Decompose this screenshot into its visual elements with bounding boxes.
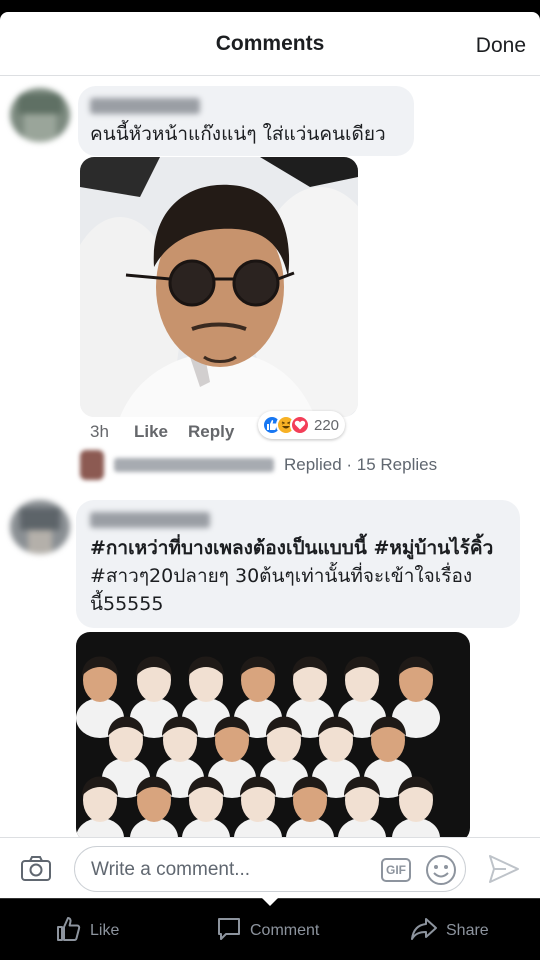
replies-summary: Replied · 15 Replies [284,455,438,474]
like-icon [56,916,82,947]
avatar[interactable] [10,88,70,142]
gif-button[interactable]: GIF [381,858,411,882]
comment-bubble: #กาเหว่าที่บางเพลงต้องเป็นแบบนี้ #หมู่บ้… [76,500,520,628]
reply-button[interactable]: Reply [188,422,234,442]
reaction-count: 220 [314,416,340,434]
comment-text: คนนี้หัวหน้าแก๊งแน่ๆ ใส่แว่นคนเดียว [90,123,386,145]
share-action-label: Share [446,922,489,939]
replier-avatar-and-name [80,450,274,480]
comment-text-line: นี้55555 [90,593,164,615]
send-icon[interactable] [488,854,520,889]
comment-text-line: #สาวๆ20ปลายๆ 30ต้นๆเท่านั้นที่จะเข้าใจเร… [90,562,472,590]
comments-sheet: Comments Done คนนี้หัวหน้าแก๊งแน่ๆ ใส่แว… [0,12,540,898]
share-action[interactable]: Share [410,917,489,945]
comment-bubble: คนนี้หัวหน้าแก๊งแน่ๆ ใส่แว่นคนเดียว [78,86,414,156]
replies-link[interactable]: Replied · 15 Replies [80,450,460,480]
commenter-name[interactable] [90,98,200,114]
page-title: Comments [215,32,325,55]
avatar-image [10,88,70,142]
avatar-image [10,500,70,554]
camera-icon[interactable] [20,854,52,887]
comment-photo[interactable] [80,157,358,417]
share-icon [410,916,438,947]
comment-icon [216,916,242,947]
comment-time: 3h [90,422,109,441]
comment-composer: GIF [0,837,540,898]
album-cover-image [76,632,470,842]
avatar[interactable] [10,500,70,554]
emoji-icon[interactable] [425,854,457,891]
reactions-summary[interactable]: 220 [258,411,346,439]
like-action-label: Like [90,922,120,939]
comment-action-label: Comment [250,922,320,939]
post-action-bar: Like Comment Share [0,898,540,960]
header: Comments Done [0,12,540,76]
like-button[interactable]: Like [134,422,168,442]
portrait-image [80,157,358,417]
done-button[interactable]: Done [476,34,526,58]
pointer-caret [262,898,278,906]
commenter-name[interactable] [90,512,210,528]
hashtag-text[interactable]: #กาเหว่าที่บางเพลงต้องเป็นแบบนี้ #หมู่บ้… [90,534,493,562]
hashtag-text[interactable]: #สาวๆ20ปลายๆ 30ต้นๆเท่านั้นที่จะเข้าใจเร… [90,565,472,587]
comment-action[interactable]: Comment [216,917,319,945]
like-action[interactable]: Like [56,916,120,947]
comment-input-box[interactable]: GIF [74,846,466,892]
comment-input[interactable] [91,857,371,883]
love-reaction-icon [290,415,310,435]
comment-photo[interactable] [76,632,470,842]
